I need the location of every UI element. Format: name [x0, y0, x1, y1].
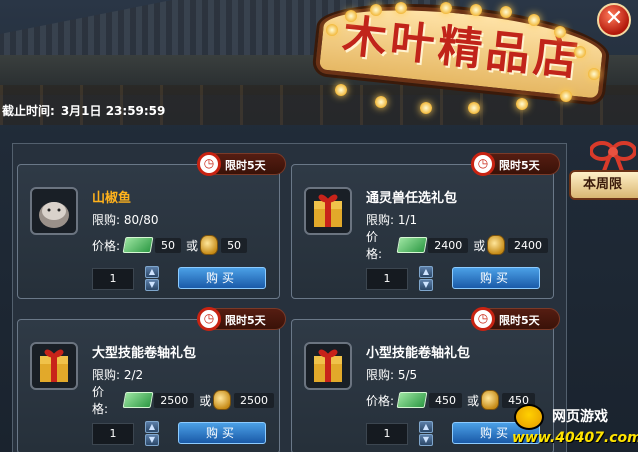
gift-box-icon[interactable]: [304, 342, 352, 390]
buy-button[interactable]: 购买: [178, 422, 266, 444]
quantity-input[interactable]: 1: [92, 268, 134, 290]
watermark-url: www.40407.com: [512, 430, 638, 446]
lantern-bulb-icon: [335, 84, 347, 96]
gold-coin-icon: [481, 390, 500, 410]
item-name: 通灵兽任选礼包: [366, 191, 458, 206]
lantern-bulb-icon: [370, 4, 382, 16]
decrement-button[interactable]: ▼: [419, 434, 433, 446]
deadline-value: 3月1日 23:59:59: [60, 104, 166, 118]
purchase-limit: 限购: 80/80: [92, 213, 159, 227]
time-limit-badge: ◷ 限时5天: [197, 307, 286, 331]
cash-icon: [122, 237, 154, 253]
or-label: 或: [473, 238, 486, 253]
lantern-bulb-icon: [326, 24, 338, 36]
item-card: ◷ 限时5天 通灵兽任选礼包 限购: 1/1 价格: 2400 或 2400 1…: [291, 152, 560, 299]
buy-button[interactable]: 购买: [452, 267, 540, 289]
badge-label: 限时5天: [225, 314, 266, 327]
price-row: 价格: 2400 或 2400: [366, 230, 553, 261]
watermark-title: 网页游戏: [552, 409, 608, 425]
cash-icon: [122, 392, 153, 408]
clock-icon: ◷: [471, 152, 495, 176]
cash-icon: [396, 237, 427, 253]
lantern-bulb-icon: [560, 90, 572, 102]
badge-label: 限时5天: [499, 159, 540, 172]
quantity-input[interactable]: 1: [366, 268, 408, 290]
lantern-bulb-icon: [395, 2, 407, 14]
deadline-label: 截止时间:: [2, 104, 55, 118]
shop-panel: ◷ 限时5天 山椒鱼 限购: 80/80 价格: 50 或 50 1 ▲ ▼ 购…: [12, 143, 567, 452]
gift-box-icon[interactable]: [30, 342, 78, 390]
item-name: 山椒鱼: [92, 191, 132, 206]
item-card: ◷ 限时5天 山椒鱼 限购: 80/80 价格: 50 或 50 1 ▲ ▼ 购…: [17, 152, 286, 299]
gold-coin-icon: [213, 390, 231, 410]
tab-weekly-limited[interactable]: 本周限: [569, 170, 638, 200]
or-label: 或: [186, 238, 199, 253]
lantern-bulb-icon: [345, 10, 357, 22]
coin-price: 50: [221, 237, 248, 253]
increment-button[interactable]: ▲: [419, 266, 433, 278]
increment-button[interactable]: ▲: [145, 421, 159, 433]
cash-price: 450: [429, 392, 463, 408]
price-row: 价格: 2500 或 2500: [92, 385, 279, 416]
lantern-bulb-icon: [468, 102, 480, 114]
or-label: 或: [467, 393, 480, 408]
quantity-input[interactable]: 1: [92, 423, 134, 445]
deadline: 截止时间: 3月1日 23:59:59: [2, 102, 171, 119]
salamander-icon[interactable]: [30, 187, 78, 235]
time-limit-badge: ◷ 限时5天: [471, 307, 560, 331]
item-name: 大型技能卷轴礼包: [92, 346, 197, 361]
lantern-bulb-icon: [440, 2, 452, 14]
lantern-bulb-icon: [375, 96, 387, 108]
clock-icon: ◷: [197, 307, 221, 331]
gold-coin-icon: [200, 235, 219, 255]
close-button[interactable]: ✕: [597, 3, 631, 37]
gift-box-icon[interactable]: [304, 187, 352, 235]
lantern-bulb-icon: [420, 102, 432, 114]
increment-button[interactable]: ▲: [145, 266, 159, 278]
or-label: 或: [199, 393, 212, 408]
lantern-bulb-icon: [574, 46, 586, 58]
watermark: 网页游戏 www.40407.com: [510, 404, 638, 452]
quantity-input[interactable]: 1: [366, 423, 408, 445]
lantern-bulb-icon: [528, 14, 540, 26]
cash-price: 2500: [154, 392, 195, 408]
close-icon: ✕: [604, 6, 624, 31]
lantern-bulb-icon: [470, 4, 482, 16]
badge-label: 限时5天: [225, 159, 266, 172]
buy-button[interactable]: 购买: [178, 267, 266, 289]
lantern-bulb-icon: [516, 98, 528, 110]
mascot-logo-icon: [514, 404, 544, 430]
badge-label: 限时5天: [499, 314, 540, 327]
clock-icon: ◷: [197, 152, 221, 176]
purchase-limit: 限购: 5/5: [366, 368, 418, 382]
item-card: ◷ 限时5天 大型技能卷轴礼包 限购: 2/2 价格: 2500 或 2500 …: [17, 307, 286, 452]
decrement-button[interactable]: ▼: [145, 434, 159, 446]
ribbon-bow-icon: [590, 141, 636, 172]
price-row: 价格: 50 或 50: [92, 235, 252, 255]
clock-icon: ◷: [471, 307, 495, 331]
increment-button[interactable]: ▲: [419, 421, 433, 433]
cash-price: 50: [155, 237, 182, 253]
decrement-button[interactable]: ▼: [419, 279, 433, 291]
coin-price: 2500: [234, 392, 274, 408]
lantern-bulb-icon: [588, 68, 600, 80]
gold-coin-icon: [487, 235, 505, 255]
lantern-bulb-icon: [500, 6, 512, 18]
item-name: 小型技能卷轴礼包: [366, 346, 471, 361]
purchase-limit: 限购: 2/2: [92, 368, 144, 382]
coin-price: 2400: [508, 237, 548, 253]
decrement-button[interactable]: ▼: [145, 279, 159, 291]
lantern-bulb-icon: [554, 26, 566, 38]
time-limit-badge: ◷ 限时5天: [471, 152, 560, 176]
cash-price: 2400: [428, 237, 469, 253]
purchase-limit: 限购: 1/1: [366, 213, 418, 227]
time-limit-badge: ◷ 限时5天: [197, 152, 286, 176]
cash-icon: [396, 392, 428, 408]
